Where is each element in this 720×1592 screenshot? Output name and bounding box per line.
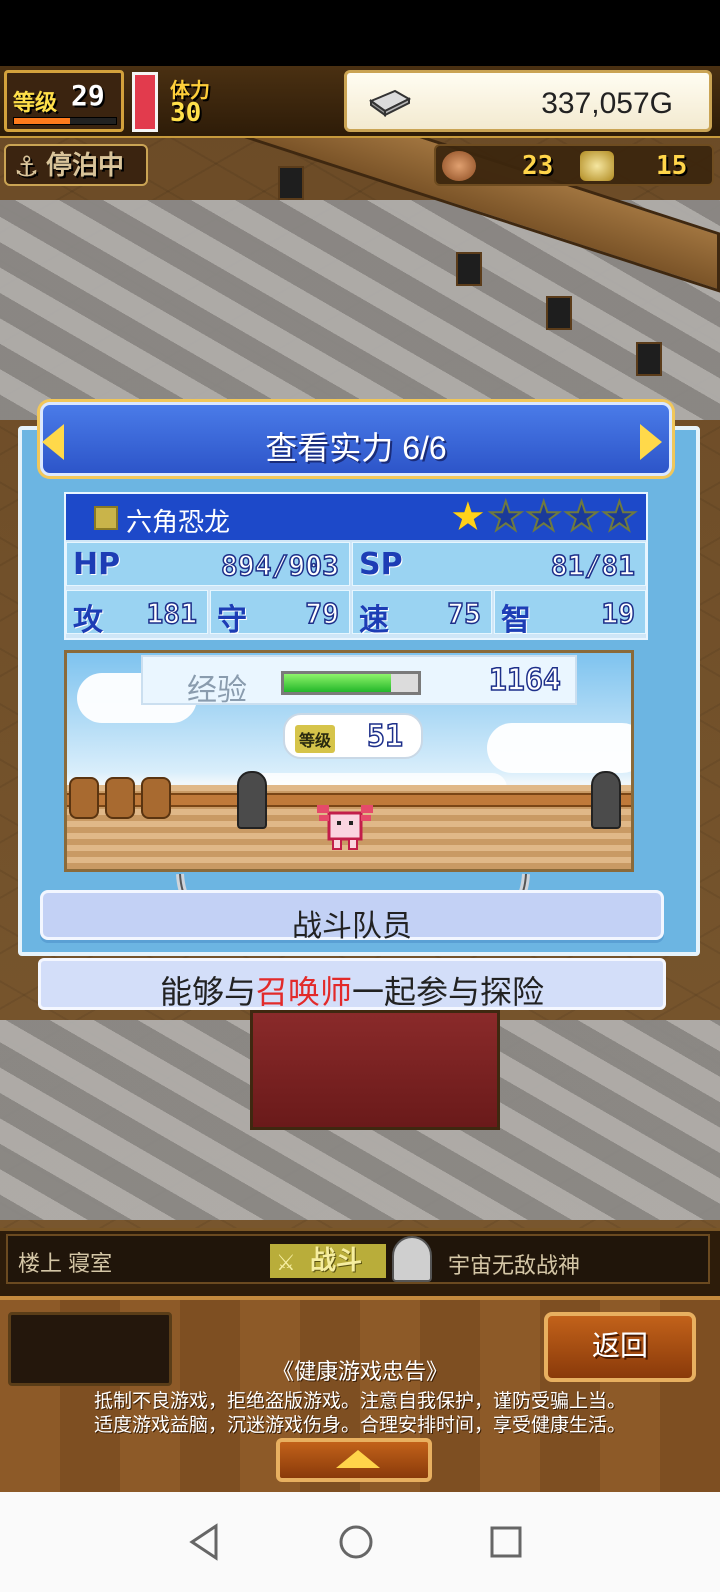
- nav-back-icon[interactable]: [174, 1512, 234, 1572]
- axolotl-sprite-icon: [317, 805, 373, 850]
- anchor-icon: ⚓: [14, 151, 40, 182]
- medal-resource: [580, 150, 614, 182]
- exp-label: 经验: [187, 674, 247, 707]
- def-label: 守: [217, 603, 247, 638]
- exp-box: 经验 1164: [141, 655, 577, 707]
- star-empty-icon: ★: [525, 495, 563, 539]
- star-empty-icon: ★: [600, 495, 638, 539]
- medal-resource-count: 15: [650, 150, 687, 182]
- battle-label: 战斗: [310, 1245, 363, 1275]
- panel-title: 查看实力 6/6: [265, 430, 447, 466]
- meat-icon: [442, 151, 476, 181]
- sp-cell: SP 81/81: [352, 542, 646, 586]
- star-filled-icon: ★: [450, 495, 486, 539]
- stamina-value: 30: [170, 98, 202, 128]
- desc-prefix: 能够与: [159, 974, 256, 1010]
- dock-status-text: 停泊中: [46, 150, 125, 180]
- rank-stars: ★ ★ ★ ★ ★: [450, 495, 638, 539]
- cannon: [237, 771, 267, 829]
- medal-icon: [580, 151, 614, 181]
- def-value: 79: [305, 596, 340, 631]
- nav-home-icon[interactable]: [326, 1512, 386, 1572]
- star-empty-icon: ★: [487, 495, 525, 539]
- def-cell: 守 79: [210, 590, 350, 638]
- hp-label: HP: [73, 547, 121, 582]
- role-text: 战斗队员: [292, 910, 412, 943]
- monster-name: 六角恐龙: [126, 507, 231, 537]
- health-notice-line-1: 抵制不良游戏，拒绝盗版游戏。注意自我保护，谨防受骗上当。: [93, 1391, 626, 1412]
- player-level-label: 等级: [13, 91, 58, 116]
- monster-preview: 经验 1164 等级 51: [64, 650, 634, 872]
- description-bar: 能够与召唤师一起参与探险: [38, 958, 666, 1010]
- spd-cell: 速 75: [352, 590, 492, 638]
- expand-menu-button[interactable]: [276, 1438, 432, 1482]
- barrel: [105, 777, 135, 819]
- barrel: [141, 777, 171, 819]
- cloud: [487, 723, 631, 773]
- gold-amount: 337,057G: [541, 87, 673, 120]
- stamina-gauge: [132, 72, 158, 132]
- spd-label: 速: [359, 603, 389, 638]
- exp-progress-bar: [281, 671, 421, 695]
- cabin-window: [456, 252, 482, 286]
- atk-value: 181: [146, 596, 198, 631]
- exp-value: 1164: [488, 662, 562, 699]
- desc-highlight: 召唤师: [255, 974, 352, 1010]
- sword-icon: ⚔: [276, 1250, 296, 1275]
- medal-count: 15: [656, 151, 688, 181]
- next-arrow-icon[interactable]: [640, 424, 662, 460]
- element-icon: [94, 506, 118, 530]
- resource-box: 23 15: [434, 144, 714, 186]
- sp-value: 81/81: [550, 548, 636, 583]
- hp-cell: HP 894/903: [66, 542, 350, 586]
- player-level-progress: [13, 117, 117, 125]
- barrel: [69, 777, 99, 819]
- int-label: 智: [501, 603, 531, 638]
- hp-value: 894/903: [220, 548, 340, 583]
- sp-label: SP: [359, 547, 403, 582]
- location-text: 楼上 寝室: [18, 1251, 113, 1276]
- silver-bar-icon: [368, 89, 412, 117]
- monster-stats: 六角恐龙 ★ ★ ★ ★ ★ HP 894/903 SP 81/81 攻 181 守 7…: [64, 492, 648, 640]
- panel-title-banner: 查看实力 6/6: [40, 402, 672, 476]
- captain-portrait-icon: [392, 1236, 432, 1282]
- spd-value: 75: [447, 596, 482, 631]
- player-title: 宇宙无敌战神: [448, 1253, 581, 1278]
- food-resource-count: 23: [516, 150, 553, 182]
- atk-label: 攻: [73, 603, 103, 638]
- up-triangle-icon: [336, 1450, 380, 1468]
- health-notice-title: 《健康游戏忠告》: [271, 1359, 448, 1384]
- player-level-box[interactable]: 等级 29: [4, 70, 124, 132]
- cannon: [591, 771, 621, 829]
- atk-cell: 攻 181: [66, 590, 208, 638]
- dock-status: ⚓ 停泊中: [4, 144, 148, 186]
- int-cell: 智 19: [494, 590, 646, 638]
- desc-suffix: 一起参与探险: [352, 974, 545, 1010]
- nav-recents-icon[interactable]: [476, 1512, 536, 1572]
- status-bar-area: [0, 0, 720, 66]
- food-resource: [442, 150, 476, 182]
- description-text: 能够与召唤师一起参与探险: [41, 967, 663, 1013]
- cabin-window: [636, 342, 662, 376]
- food-count: 23: [522, 151, 554, 181]
- monster-level-tag: 等级: [295, 725, 336, 753]
- cabin-window: [546, 296, 572, 330]
- int-value: 19: [601, 596, 636, 631]
- star-empty-icon: ★: [563, 495, 601, 539]
- monster-level-value: 51: [366, 718, 404, 755]
- gold-box[interactable]: 337,057G: [344, 70, 712, 132]
- prev-arrow-icon[interactable]: [42, 424, 64, 460]
- health-notice-line-2: 适度游戏益脑，沉迷游戏伤身。合理安排时间，享受健康生活。: [93, 1415, 626, 1436]
- role-bar: 战斗队员: [40, 890, 664, 943]
- cabin-wall: [250, 1010, 500, 1130]
- player-level-value: 29: [71, 79, 105, 112]
- monster-name-row: 六角恐龙 ★ ★ ★ ★ ★: [66, 494, 646, 540]
- cabin-window: [278, 166, 304, 200]
- monster-level-bubble: 等级 51: [283, 713, 423, 759]
